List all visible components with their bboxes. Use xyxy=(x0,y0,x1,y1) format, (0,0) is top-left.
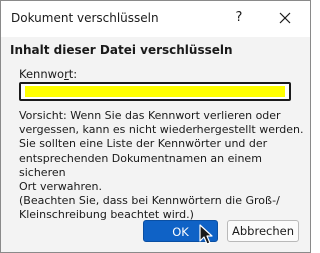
password-field[interactable] xyxy=(19,82,291,101)
encrypt-document-dialog: Dokument verschlüsseln ? Inhalt dieser D… xyxy=(0,0,311,253)
password-label-prefix: Kennwo xyxy=(19,67,65,81)
title-bar[interactable]: Dokument verschlüsseln ? xyxy=(1,1,310,37)
window-title: Dokument verschlüsseln xyxy=(11,11,159,25)
password-field-highlight xyxy=(25,86,285,97)
cancel-button[interactable]: Abbrechen xyxy=(227,220,299,242)
close-button[interactable] xyxy=(272,7,298,29)
mouse-pointer-icon xyxy=(199,224,213,245)
warning-text: Vorsicht: Wenn Sie das Kennwort verliere… xyxy=(19,109,304,222)
password-label-suffix: t: xyxy=(68,67,78,81)
close-icon xyxy=(279,12,291,24)
help-button[interactable]: ? xyxy=(227,7,251,29)
dialog-heading: Inhalt dieser Datei verschlüsseln xyxy=(10,43,233,57)
password-label: Kennwort: xyxy=(19,67,77,81)
